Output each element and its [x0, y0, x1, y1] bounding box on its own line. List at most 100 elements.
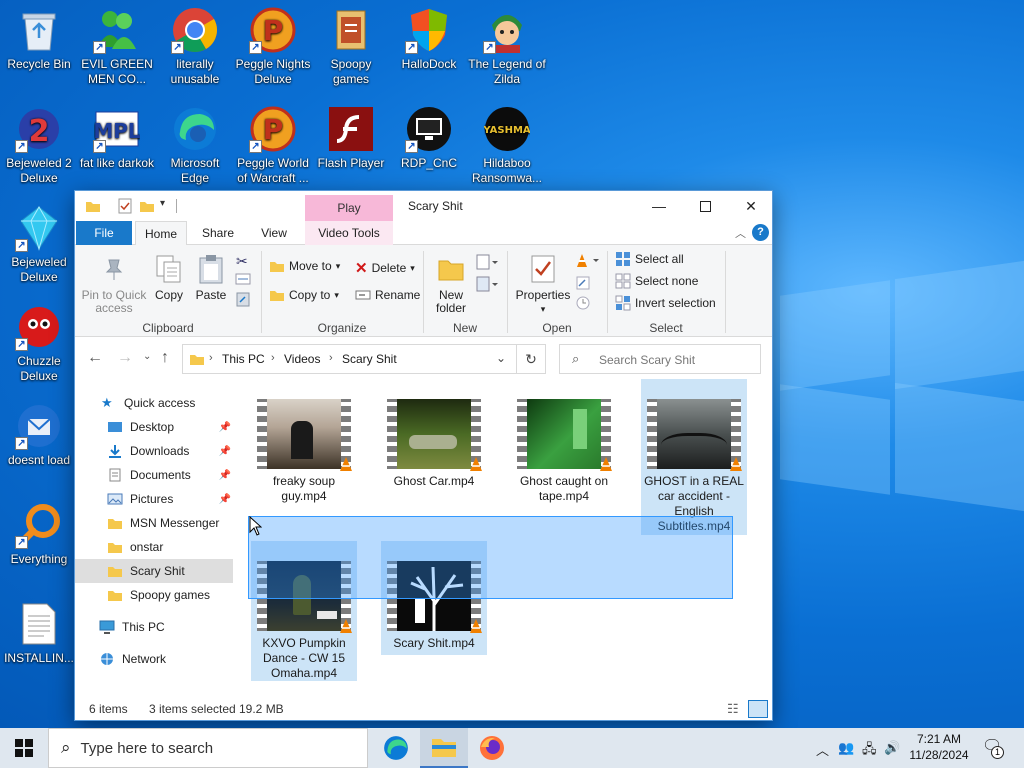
- nav-item-documents[interactable]: Documents 📌: [75, 463, 233, 487]
- qat-dropdown-icon[interactable]: ▾: [160, 198, 165, 209]
- copy-button[interactable]: Copy: [151, 253, 187, 302]
- copy-to-button[interactable]: Copy to ▾: [269, 288, 339, 302]
- network-tray-icon[interactable]: 🖧: [862, 740, 877, 762]
- minimize-button[interactable]: —: [636, 191, 682, 221]
- new-item-icon[interactable]: [475, 253, 499, 271]
- help-icon[interactable]: ?: [752, 224, 769, 241]
- large-icons-view-icon[interactable]: [748, 700, 768, 718]
- desktop-icon-peggle-wow[interactable]: P ↗ Peggle World of Warcraft ...: [234, 105, 312, 186]
- nav-item-msn-messenger[interactable]: MSN Messenger: [75, 511, 233, 535]
- properties-button[interactable]: Properties ▾: [515, 253, 571, 316]
- desktop-icon-microsoft-edge[interactable]: Microsoft Edge: [156, 105, 234, 186]
- tab-view[interactable]: View: [251, 221, 297, 245]
- collapse-ribbon-icon[interactable]: ︿: [735, 225, 746, 241]
- nav-network[interactable]: Network: [75, 647, 233, 671]
- nav-item-scary-shit[interactable]: Scary Shit: [75, 559, 233, 583]
- volume-icon[interactable]: 🔊: [884, 740, 900, 756]
- forward-arrow-icon[interactable]: →: [117, 349, 133, 367]
- maximize-button[interactable]: [682, 191, 728, 221]
- nav-item-desktop[interactable]: Desktop 📌: [75, 415, 233, 439]
- taskbar-app-file-explorer[interactable]: [420, 728, 468, 768]
- desktop-icon-bejeweled-deluxe[interactable]: ↗ Bejeweled Deluxe: [0, 204, 78, 285]
- pin-icon[interactable]: 📌: [219, 422, 231, 433]
- desktop-icon-flash-player[interactable]: Flash Player: [312, 105, 390, 171]
- refresh-button[interactable]: ↻: [516, 344, 546, 374]
- desktop-icon-hallodock[interactable]: ↗ HalloDock: [390, 6, 468, 72]
- cut-icon[interactable]: ✂: [236, 253, 248, 270]
- delete-x-icon: ✕: [355, 260, 368, 277]
- nav-item-downloads[interactable]: Downloads 📌: [75, 439, 233, 463]
- select-none-button[interactable]: Select none: [615, 273, 698, 289]
- new-folder-qat-icon[interactable]: [139, 198, 155, 214]
- desktop-icon-peggle-nights[interactable]: P ↗ Peggle Nights Deluxe: [234, 6, 312, 87]
- desktop-icon-chuzzle-deluxe[interactable]: ↗ Chuzzle Deluxe: [0, 303, 78, 384]
- file-explorer-window[interactable]: ▾ Play Scary Shit — ✕ File Home Share Vi…: [74, 190, 773, 721]
- tab-home[interactable]: Home: [135, 221, 187, 246]
- tab-file[interactable]: File: [76, 221, 132, 245]
- desktop-icon-installing[interactable]: INSTALLIN...: [0, 600, 78, 666]
- breadcrumb-scary-shit[interactable]: Scary Shit: [342, 352, 397, 366]
- file-item[interactable]: freaky soup guy.mp4: [251, 379, 357, 535]
- taskbar-search-box[interactable]: ⌕ Type here to search: [48, 728, 368, 768]
- rename-button[interactable]: Rename: [355, 288, 420, 302]
- nav-quick-access[interactable]: ★ Quick access: [75, 391, 233, 415]
- file-item[interactable]: GHOST in a REAL car accident - English S…: [641, 379, 747, 535]
- paste-shortcut-icon[interactable]: [236, 291, 250, 307]
- taskbar-app-firefox[interactable]: [468, 728, 516, 768]
- desktop-icon-doesnt-load[interactable]: ↗ doesnt load: [0, 402, 78, 468]
- folder-icon: [327, 6, 375, 54]
- history-icon[interactable]: [575, 295, 591, 311]
- pin-icon[interactable]: 📌: [219, 494, 231, 505]
- title-bar[interactable]: ▾ Play Scary Shit — ✕: [75, 191, 772, 221]
- desktop-icon-spoopy-games[interactable]: Spoopy games: [312, 6, 390, 87]
- show-hidden-icons-chevron-icon[interactable]: ︿: [816, 740, 829, 759]
- tab-share[interactable]: Share: [193, 221, 243, 245]
- search-input[interactable]: ⌕ Search Scary Shit: [559, 344, 761, 374]
- desktop-icon-evil-green-men[interactable]: ↗ EVIL GREEN MEN CO...: [78, 6, 156, 87]
- invert-selection-button[interactable]: Invert selection: [615, 295, 716, 311]
- recent-locations-chevron-icon[interactable]: ⌄: [143, 351, 151, 362]
- select-all-button[interactable]: Select all: [615, 251, 684, 267]
- back-arrow-icon[interactable]: ←: [87, 349, 103, 367]
- file-item[interactable]: Ghost Car.mp4: [381, 379, 487, 535]
- properties-qat-icon[interactable]: [117, 198, 133, 214]
- pin-icon[interactable]: 📌: [219, 446, 231, 457]
- close-button[interactable]: ✕: [728, 191, 774, 221]
- breadcrumb-this-pc[interactable]: This PC: [222, 352, 265, 366]
- address-bar[interactable]: › This PC › Videos › Scary Shit ⌄: [182, 344, 517, 374]
- nav-item-onstar[interactable]: onstar: [75, 535, 233, 559]
- people-tray-icon[interactable]: 👥: [838, 740, 854, 756]
- desktop-icon-literally-unusable[interactable]: ↗ literally unusable: [156, 6, 234, 87]
- taskbar-clock[interactable]: 7:21 AM 11/28/2024: [905, 731, 973, 763]
- pin-to-quick-access-button[interactable]: Pin to Quick access: [81, 253, 147, 315]
- desktop-icon-everything[interactable]: ↗ Everything: [0, 501, 78, 567]
- move-to-button[interactable]: Move to ▾: [269, 259, 340, 273]
- file-item[interactable]: Ghost caught on tape.mp4: [511, 379, 617, 535]
- address-dropdown-icon[interactable]: ⌄: [496, 351, 506, 365]
- desktop-icon-recycle-bin[interactable]: Recycle Bin: [0, 6, 78, 72]
- pin-icon[interactable]: 📌: [219, 470, 231, 481]
- easy-access-icon[interactable]: [475, 275, 499, 293]
- desktop-icon-rdp-cnc[interactable]: ↗ RDP_CnC: [390, 105, 468, 171]
- nav-item-spoopy-games[interactable]: Spoopy games: [75, 583, 233, 607]
- desktop-icon-hildaboo-ransomware[interactable]: YASHMA Hildaboo Ransomwa...: [468, 105, 546, 186]
- tab-video-tools[interactable]: Video Tools: [305, 221, 393, 245]
- details-view-icon[interactable]: ☷: [727, 701, 739, 717]
- up-arrow-icon[interactable]: ↑: [161, 349, 169, 367]
- nav-item-pictures[interactable]: Pictures 📌: [75, 487, 233, 511]
- vlc-open-icon[interactable]: [575, 253, 601, 269]
- edit-icon[interactable]: [575, 275, 591, 291]
- delete-button[interactable]: ✕ Delete ▾: [355, 259, 415, 277]
- maximize-icon: [699, 200, 711, 212]
- breadcrumb-videos[interactable]: Videos: [284, 352, 320, 366]
- start-button[interactable]: [0, 728, 48, 768]
- taskbar-app-edge[interactable]: [372, 728, 420, 768]
- desktop-icon-bejeweled-2[interactable]: 2 ↗ Bejeweled 2 Deluxe: [0, 105, 78, 186]
- new-folder-button[interactable]: New folder: [431, 253, 471, 315]
- nav-this-pc[interactable]: This PC: [75, 615, 233, 639]
- copy-path-icon[interactable]: [235, 273, 251, 285]
- paste-button[interactable]: Paste: [191, 253, 231, 302]
- desktop-icon-legend-of-zilda[interactable]: ↗ The Legend of Zilda: [468, 6, 546, 87]
- desktop-icon-fat-like-darkok[interactable]: MPL ↗ fat like darkok: [78, 105, 156, 171]
- notification-center-button[interactable]: 🗨 1: [980, 736, 1008, 762]
